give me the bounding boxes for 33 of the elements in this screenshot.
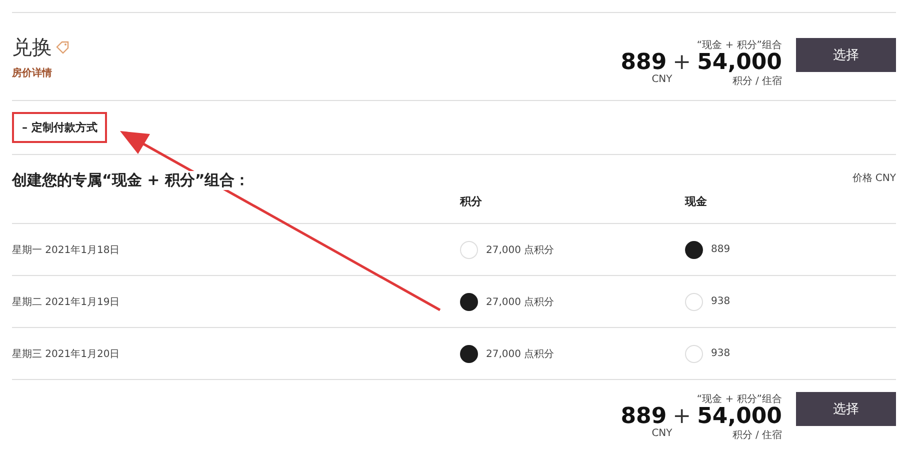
cash-amount: 889 (620, 52, 667, 74)
rate-details-link[interactable]: 房价详情 (12, 68, 52, 78)
cash-amount: 889 (620, 406, 667, 428)
radio-button[interactable] (460, 344, 478, 362)
points-unit: 积分 / 住宿 (732, 74, 782, 88)
currency-note: 价格 CNY (852, 172, 896, 185)
select-button[interactable]: 选择 (796, 392, 896, 426)
option-label: 938 (711, 296, 730, 307)
customize-toggle[interactable]: – 定制付款方式 (22, 120, 98, 135)
option-label: 889 (711, 244, 730, 255)
option-label: 27,000 点积分 (486, 296, 554, 308)
option-label: 938 (711, 348, 730, 359)
radio-button[interactable] (460, 292, 478, 310)
plus-sign: + (672, 52, 692, 74)
column-header: 积分 (460, 194, 483, 210)
select-button[interactable]: 选择 (796, 38, 896, 72)
date-cell-text: 星期一 2021年1月18日 (12, 244, 121, 256)
points-unit: 积分 / 住宿 (732, 428, 782, 442)
option-label: 27,000 点积分 (486, 244, 554, 256)
date-cell-text: 星期三 2021年1月20日 (12, 348, 121, 360)
price-label: “现金 + 积分”组合 (696, 38, 782, 52)
date-cell-text: 星期二 2021年1月19日 (12, 296, 121, 308)
points-amount: 54,000 (697, 52, 782, 74)
price-label: “现金 + 积分”组合 (696, 393, 782, 406)
points-amount: 54,000 (697, 406, 782, 428)
offer-title: 兑换 (12, 34, 52, 60)
currency-label: CNY (652, 428, 672, 441)
tag-icon (56, 40, 69, 54)
currency-label: CNY (652, 74, 672, 86)
radio-button[interactable] (685, 240, 703, 258)
option-label: 27,000 点积分 (486, 348, 554, 360)
plus-sign: + (672, 406, 692, 428)
column-header: 现金 (685, 194, 708, 210)
